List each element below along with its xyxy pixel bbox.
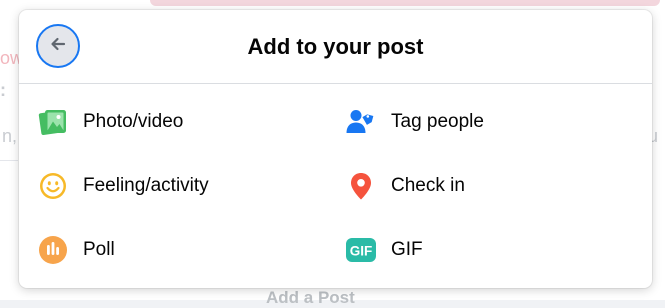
option-tag-people[interactable]: Tag people: [337, 90, 645, 154]
feeling-icon: [37, 170, 69, 202]
option-gif[interactable]: GIF GIF: [337, 218, 645, 282]
post-options-grid: Photo/video Tag people Feeling/activity …: [29, 90, 645, 282]
option-check-in[interactable]: Check in: [337, 154, 645, 218]
background-header-strip: [150, 0, 660, 6]
option-label: Tag people: [391, 111, 484, 132]
add-to-post-dialog: Add to your post Photo/video Tag people …: [19, 10, 652, 288]
svg-text:GIF: GIF: [350, 244, 373, 259]
location-pin-icon: [345, 170, 377, 202]
tag-people-icon: [345, 106, 377, 138]
background-add-post-text: Add a Post: [266, 288, 355, 307]
dialog-title: Add to your post: [247, 34, 424, 59]
option-label: Feeling/activity: [83, 175, 209, 196]
option-poll[interactable]: Poll: [29, 218, 337, 282]
option-label: Poll: [83, 239, 115, 260]
arrow-left-icon: [48, 34, 68, 59]
back-button[interactable]: [36, 24, 80, 68]
option-label: Check in: [391, 175, 465, 196]
poll-icon: [37, 234, 69, 266]
option-photo-video[interactable]: Photo/video: [29, 90, 337, 154]
gif-icon: GIF: [345, 234, 377, 266]
dialog-header: Add to your post: [19, 10, 652, 84]
background-fragment: n,: [2, 126, 18, 146]
option-feeling-activity[interactable]: Feeling/activity: [29, 154, 337, 218]
background-fragment: :: [0, 80, 6, 100]
background-divider: [0, 160, 18, 161]
photo-video-icon: [37, 106, 69, 138]
option-label: GIF: [391, 239, 423, 260]
option-label: Photo/video: [83, 111, 184, 132]
